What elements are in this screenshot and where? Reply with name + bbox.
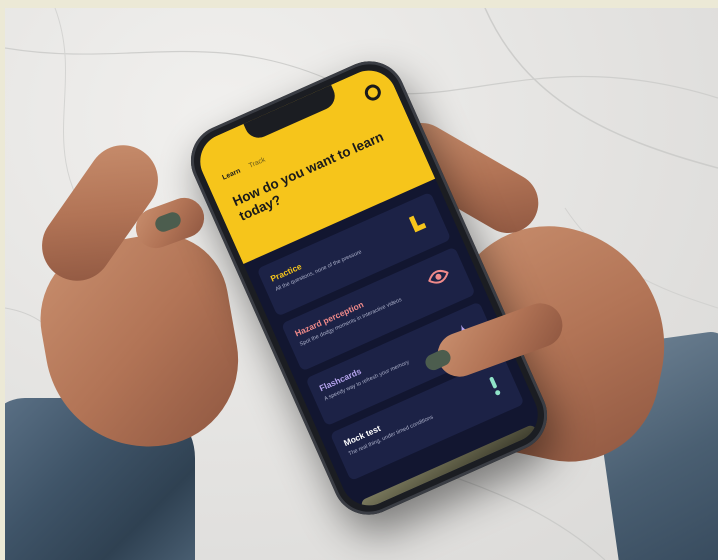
l-plate-icon bbox=[408, 215, 427, 233]
eye-icon bbox=[428, 269, 449, 284]
exclamation-icon bbox=[489, 376, 501, 396]
tab-bar: Learn Track bbox=[221, 156, 266, 181]
gear-icon[interactable] bbox=[362, 81, 384, 104]
page-title: How do you want to learn today? bbox=[230, 128, 386, 224]
tab-learn[interactable]: Learn bbox=[221, 168, 241, 182]
tab-track[interactable]: Track bbox=[248, 156, 267, 169]
photo: Learn Track How do you want to learn tod… bbox=[5, 8, 718, 560]
